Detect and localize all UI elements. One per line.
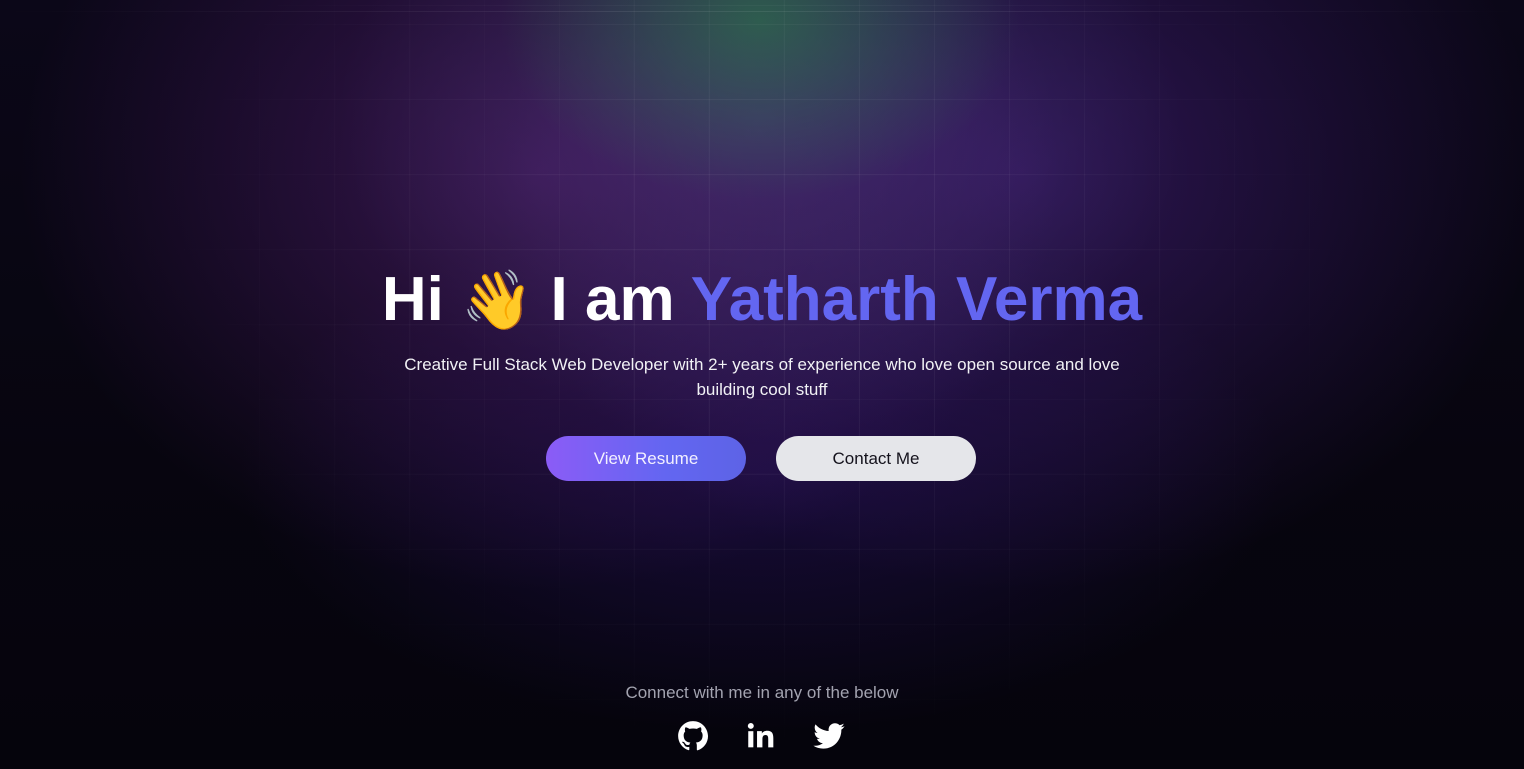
hero-section: Hi 👋 I am Yatharth Verma Creative Full S… (0, 262, 1524, 402)
linkedin-icon[interactable] (744, 719, 778, 753)
hero-subtitle: Creative Full Stack Web Developer with 2… (404, 355, 1120, 399)
view-resume-button[interactable]: View Resume (546, 436, 746, 481)
top-divider (0, 11, 1524, 12)
intro-text: I am (550, 265, 675, 334)
social-links (676, 719, 848, 753)
hero-buttons: View Resume Contact Me (546, 436, 976, 481)
twitter-icon[interactable] (812, 719, 846, 753)
waving-hand-icon: 👋 (461, 266, 534, 334)
github-icon[interactable] (676, 719, 710, 753)
contact-me-button[interactable]: Contact Me (776, 436, 976, 481)
greeting-text: Hi (381, 265, 444, 334)
developer-name: Yatharth Verma (690, 265, 1143, 334)
hero-headline: Hi 👋 I am Yatharth Verma (0, 262, 1524, 338)
connect-text: Connect with me in any of the below (625, 683, 899, 702)
